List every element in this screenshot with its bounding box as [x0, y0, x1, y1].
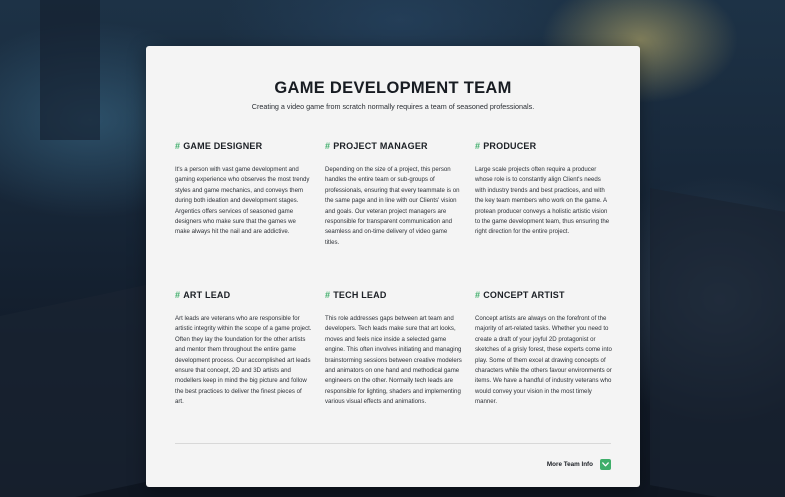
- role-art-lead: # ART LEAD Art leads are veterans who are…: [175, 289, 312, 414]
- hash-icon: #: [175, 290, 181, 300]
- role-heading: # GAME DESIGNER: [175, 140, 312, 152]
- role-description: Large scale projects often require a pro…: [475, 166, 610, 236]
- role-heading: # CONCEPT ARTIST: [475, 289, 612, 301]
- hash-icon: #: [475, 141, 481, 151]
- divider: [175, 443, 611, 444]
- role-title: CONCEPT ARTIST: [483, 290, 565, 300]
- role-heading: # PROJECT MANAGER: [325, 140, 462, 152]
- page-subtitle: Creating a video game from scratch norma…: [251, 102, 535, 111]
- background-shape: [40, 0, 100, 140]
- role-heading: # TECH LEAD: [325, 289, 462, 301]
- role-description: Art leads are veterans who are responsib…: [175, 315, 312, 406]
- team-card: GAME DEVELOPMENT TEAM Creating a video g…: [146, 46, 640, 487]
- background-shape: [650, 188, 785, 497]
- role-producer: # PRODUCER Large scale projects often req…: [475, 140, 612, 244]
- hash-icon: #: [325, 141, 331, 151]
- chevron-down-icon[interactable]: [600, 459, 611, 470]
- background-shape: [0, 284, 150, 497]
- role-concept-artist: # CONCEPT ARTIST Concept artists are alwa…: [475, 289, 612, 414]
- role-description: Concept artists are always on the forefr…: [475, 315, 612, 406]
- role-heading: # PRODUCER: [475, 140, 612, 152]
- role-description: This role addresses gaps between art tea…: [325, 315, 462, 406]
- role-game-designer: # GAME DESIGNER It's a person with vast g…: [175, 140, 312, 244]
- role-title: PROJECT MANAGER: [333, 141, 428, 151]
- role-description: It's a person with vast game development…: [175, 166, 310, 236]
- role-title: ART LEAD: [183, 290, 231, 300]
- more-team-info-link[interactable]: More Team Info: [547, 459, 611, 470]
- role-title: GAME DESIGNER: [183, 141, 263, 151]
- role-project-manager: # PROJECT MANAGER Depending on the size o…: [325, 140, 462, 254]
- role-description: Depending on the size of a project, this…: [325, 166, 460, 246]
- hash-icon: #: [475, 290, 481, 300]
- role-title: PRODUCER: [483, 141, 537, 151]
- role-title: TECH LEAD: [333, 290, 387, 300]
- role-heading: # ART LEAD: [175, 289, 312, 301]
- more-team-info-label: More Team Info: [546, 461, 593, 468]
- page-title: GAME DEVELOPMENT TEAM: [274, 79, 512, 97]
- role-tech-lead: # TECH LEAD This role addresses gaps betw…: [325, 289, 462, 414]
- chevron-down-glyph: [602, 462, 609, 467]
- hash-icon: #: [325, 290, 331, 300]
- hash-icon: #: [175, 141, 181, 151]
